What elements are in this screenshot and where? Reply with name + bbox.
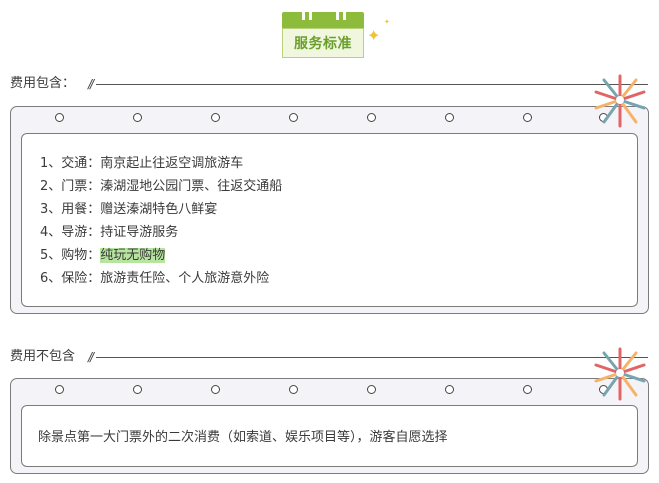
highlighted-text: 纯玩无购物 (100, 248, 166, 263)
calendar-ring-icon (336, 6, 346, 20)
binder-holes (11, 385, 648, 399)
service-standard-badge: 服务标准 (282, 6, 364, 58)
binder-hole-icon (289, 113, 298, 122)
binder-hole-icon (367, 385, 376, 394)
binder-hole-icon (211, 113, 220, 122)
included-list-panel: 1、交通：南京起止往返空调旅游车 2、门票：溱湖湿地公园门票、往返交通船 3、用… (21, 133, 638, 307)
binder-hole-icon (55, 113, 64, 122)
firework-icon (594, 347, 646, 401)
divider-slash: // (88, 77, 94, 91)
list-item: 4、导游：持证导游服务 (40, 225, 179, 240)
excluded-note: 除景点第一大门票外的二次消费（如索道、娱乐项目等），游客自愿选择 (38, 430, 448, 445)
calendar-ring-icon (302, 6, 312, 20)
binder-hole-icon (55, 385, 64, 394)
excluded-note-panel: 除景点第一大门票外的二次消费（如索道、娱乐项目等），游客自愿选择 (21, 405, 638, 467)
binder-hole-icon (523, 113, 532, 122)
divider-slash: // (88, 350, 94, 364)
page-title: 服务标准 (294, 36, 352, 52)
divider-line (96, 84, 648, 85)
divider-line (96, 357, 648, 358)
included-section-label: 费用包含： (10, 76, 76, 91)
binder-hole-icon (445, 113, 454, 122)
list-item: 6、保险：旅游责任险、个人旅游意外险 (40, 271, 270, 286)
firework-icon (594, 74, 646, 128)
list-item: 1、交通：南京起止往返空调旅游车 (40, 156, 244, 171)
binder-hole-icon (133, 385, 142, 394)
binder-hole-icon (289, 385, 298, 394)
calendar-top-bar (282, 12, 364, 28)
list-item: 2、门票：溱湖湿地公园门票、往返交通船 (40, 179, 283, 194)
binder-hole-icon (367, 113, 376, 122)
binder-hole-icon (445, 385, 454, 394)
binder-hole-icon (211, 385, 220, 394)
list-item: 5、购物：纯玩无购物 (40, 248, 166, 263)
sparkle-icon: ✦ (384, 18, 390, 26)
binder-hole-icon (523, 385, 532, 394)
included-card: 1、交通：南京起止往返空调旅游车 2、门票：溱湖湿地公园门票、往返交通船 3、用… (10, 106, 649, 314)
excluded-card: 除景点第一大门票外的二次消费（如索道、娱乐项目等），游客自愿选择 (10, 378, 649, 474)
binder-holes (11, 113, 648, 127)
sparkle-icon: ✦ (367, 26, 381, 45)
binder-hole-icon (133, 113, 142, 122)
list-item: 3、用餐：赠送溱湖特色八鲜宴 (40, 202, 218, 217)
excluded-section-label: 费用不包含 (10, 349, 76, 364)
included-list: 1、交通：南京起止往返空调旅游车 2、门票：溱湖湿地公园门票、往返交通船 3、用… (40, 152, 282, 290)
